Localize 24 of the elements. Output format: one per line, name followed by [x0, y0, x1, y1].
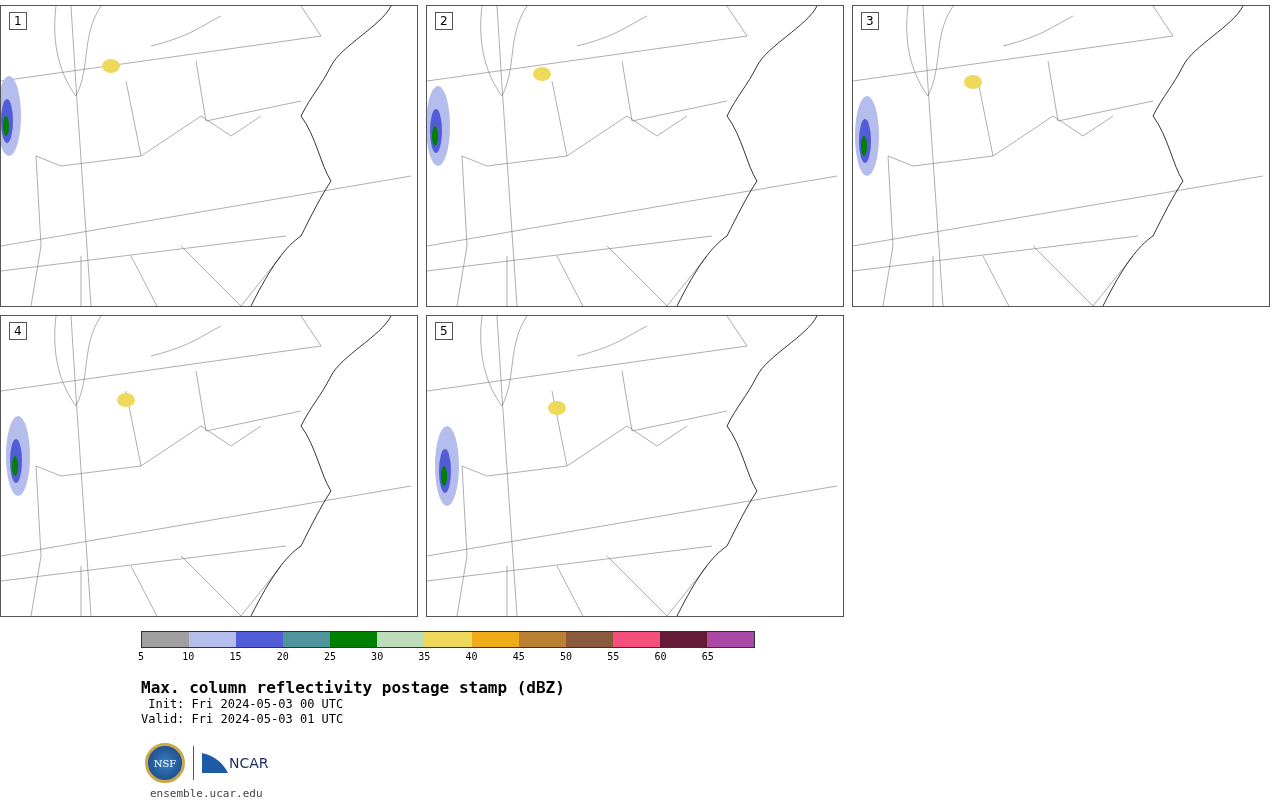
tick-label: 10 — [182, 651, 195, 662]
tick-label: 45 — [512, 651, 525, 662]
init-time: Init: Fri 2024-05-03 00 UTC — [147, 697, 345, 712]
tick-label: 40 — [465, 651, 478, 662]
tick-label: 60 — [654, 651, 667, 662]
tick-label: 30 — [371, 651, 384, 662]
tick-label: 25 — [323, 651, 336, 662]
tick-label: 50 — [560, 651, 573, 662]
chart-title: Max. column reflectivity postage stamp (dBZ) — [141, 678, 566, 697]
panel-number: 2 — [435, 12, 453, 30]
site-url: ensemble.ucar.edu — [150, 787, 264, 800]
panel-number: 3 — [861, 12, 879, 30]
valid-time: Valid: Fri 2024-05-03 01 UTC — [141, 712, 345, 727]
tick-label: 65 — [701, 651, 714, 662]
tick-label: 20 — [276, 651, 289, 662]
panel-number: 4 — [9, 322, 27, 340]
panel-number: 5 — [435, 322, 453, 340]
panel-number: 1 — [9, 12, 27, 30]
tick-label: 15 — [229, 651, 242, 662]
tick-label: 35 — [418, 651, 431, 662]
tick-label: 55 — [607, 651, 620, 662]
tick-label: 5 — [138, 651, 144, 662]
ncar-logo: NCAR — [202, 753, 269, 773]
nsf-logo: NSF — [145, 743, 185, 783]
